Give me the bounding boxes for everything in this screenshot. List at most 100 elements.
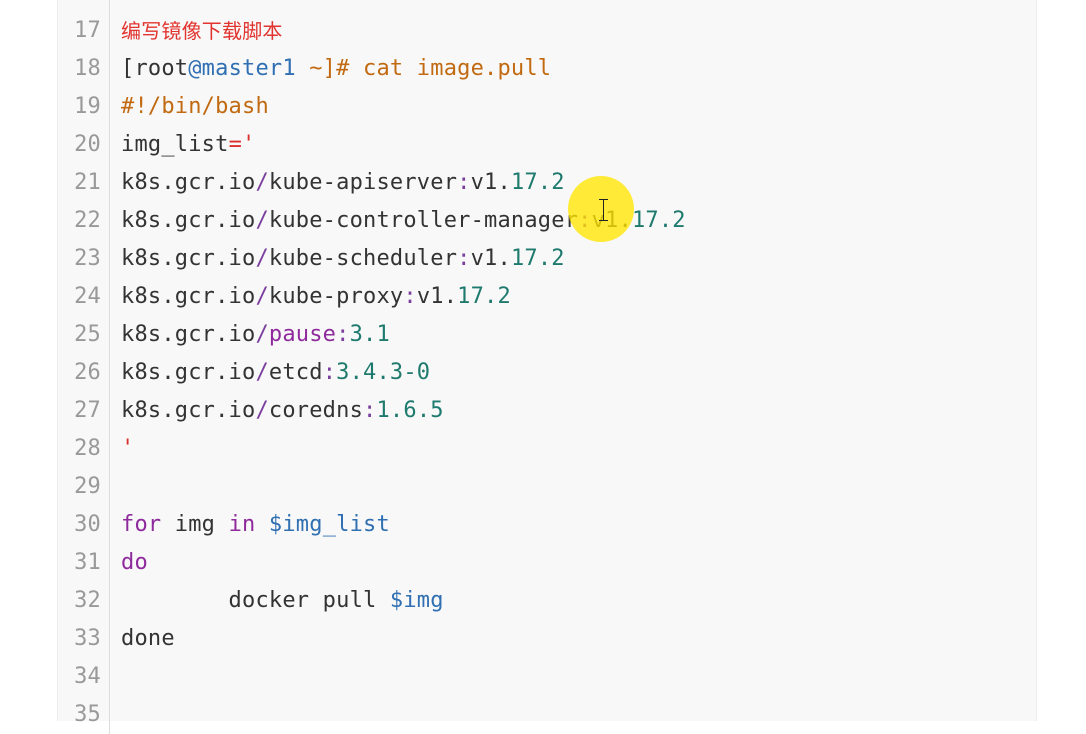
code-line: 26 k8s.gcr.io/etcd:3.4.3-0 — [58, 354, 1036, 392]
line-code: img_list=' — [121, 126, 255, 164]
code-token: =' — [228, 132, 256, 157]
line-number: 16 — [58, 0, 110, 12]
code-token: etcd — [268, 360, 323, 385]
line-number: 17 — [58, 12, 110, 50]
line-number: 27 — [58, 392, 110, 430]
line-number: 18 — [58, 50, 110, 88]
code-token: : — [403, 284, 417, 309]
code-token: in — [228, 512, 256, 537]
code-line: 27 k8s.gcr.io/coredns:1.6.5 — [58, 392, 1036, 430]
code-token: img_list — [121, 132, 229, 157]
code-token: ' — [121, 436, 135, 461]
code-token: / — [255, 322, 269, 347]
code-token: 17.2 — [457, 284, 511, 309]
code-token: 17.2 — [510, 246, 565, 271]
code-token: k8s.gcr.io — [121, 208, 256, 233]
code-line: 24 k8s.gcr.io/kube-proxy:v1.17.2 — [58, 278, 1036, 316]
code-token: #!/bin/bash — [121, 94, 269, 119]
code-line: 22 k8s.gcr.io/kube-controller-manager:v1.… — [58, 202, 1036, 240]
line-code: docker pull $img — [121, 582, 444, 620]
code-line: 35 — [58, 696, 1036, 734]
line-code: ' — [121, 430, 134, 468]
line-code: k8s.gcr.io/etcd:3.4.3-0 — [121, 354, 430, 392]
code-token: k8s.gcr.io — [121, 322, 256, 347]
line-number: 21 — [58, 164, 110, 202]
line-code: for img in $img_list — [121, 506, 390, 544]
code-token: / — [255, 398, 269, 423]
code-line: 17 编写镜像下载脚本 — [58, 12, 1036, 50]
code-token: kube-controller-manager — [268, 208, 579, 233]
line-code: k8s.gcr.io/pause:3.1 — [121, 316, 390, 354]
code-block: 1617 编写镜像下载脚本 18 [root@master1 ~]# cat imag… — [57, 0, 1037, 734]
code-token: : — [336, 322, 350, 347]
code-token: ~]# cat image.pull — [295, 56, 552, 81]
code-token: v1. — [470, 170, 511, 195]
code-token: 1.6.5 — [376, 398, 444, 423]
code-token: / — [255, 360, 269, 385]
code-token: 3.1 — [349, 322, 390, 347]
code-token: coredns — [268, 398, 364, 423]
line-code: done — [121, 620, 175, 658]
line-code: k8s.gcr.io/kube-apiserver:v1.17.2 — [121, 164, 565, 202]
line-number: 20 — [58, 126, 110, 164]
code-line: 25 k8s.gcr.io/pause:3.1 — [58, 316, 1036, 354]
code-line: 19 #!/bin/bash — [58, 88, 1036, 126]
code-editor[interactable]: 1617 编写镜像下载脚本 18 [root@master1 ~]# cat imag… — [58, 0, 1036, 734]
line-code: k8s.gcr.io/kube-proxy:v1.17.2 — [121, 278, 511, 316]
code-token: : — [363, 398, 377, 423]
line-number: 28 — [58, 430, 110, 468]
line-number: 23 — [58, 240, 110, 278]
code-line: 20 img_list=' — [58, 126, 1036, 164]
code-line: 34 — [58, 658, 1036, 696]
code-token: kube-proxy — [268, 284, 404, 309]
code-line: 31 do — [58, 544, 1036, 582]
i-beam-cursor-icon — [598, 199, 609, 221]
line-number: 30 — [58, 506, 110, 544]
code-token: kube-scheduler — [268, 246, 458, 271]
code-token: 17.2 — [631, 208, 686, 233]
line-code: do — [121, 544, 148, 582]
code-token: k8s.gcr.io — [121, 170, 256, 195]
code-line: 21 k8s.gcr.io/kube-apiserver:v1.17.2 — [58, 164, 1036, 202]
code-line: 28 ' — [58, 430, 1036, 468]
code-token: v1. — [470, 246, 511, 271]
line-number: 22 — [58, 202, 110, 240]
code-token: : — [457, 246, 471, 271]
code-token: : — [578, 208, 592, 233]
code-line: 29 — [58, 468, 1036, 506]
code-token: pause — [268, 322, 337, 347]
code-token: 3.4.3-0 — [336, 360, 431, 385]
line-number: 34 — [58, 658, 110, 696]
line-number: 29 — [58, 468, 110, 506]
code-token: for — [121, 512, 162, 537]
code-token: 17.2 — [510, 170, 565, 195]
line-code: k8s.gcr.io/kube-scheduler:v1.17.2 — [121, 240, 565, 278]
code-line: 18 [root@master1 ~]# cat image.pull — [58, 50, 1036, 88]
code-line: 32 docker pull $img — [58, 582, 1036, 620]
code-token: k8s.gcr.io — [121, 246, 256, 271]
code-token: kube-apiserver — [268, 170, 458, 195]
line-number: 35 — [58, 696, 110, 734]
code-token: : — [322, 360, 337, 385]
line-number: 32 — [58, 582, 110, 620]
code-token: / — [255, 246, 269, 271]
line-code: #!/bin/bash — [121, 88, 269, 126]
code-line: 30 for img in $img_list — [58, 506, 1036, 544]
line-number: 24 — [58, 278, 110, 316]
code-token: / — [255, 208, 269, 233]
code-token: k8s.gcr.io — [121, 398, 256, 423]
code-token: $img — [389, 588, 444, 613]
code-token: [root — [121, 56, 189, 81]
code-token: k8s.gcr.io — [121, 284, 256, 309]
line-number: 25 — [58, 316, 110, 354]
code-token: k8s.gcr.io — [121, 360, 256, 385]
code-token: do — [121, 550, 148, 575]
line-number: 19 — [58, 88, 110, 126]
code-token: 编写镜像下载脚本 — [121, 19, 283, 43]
line-number: 31 — [58, 544, 110, 582]
code-line: 16 — [58, 0, 1036, 12]
code-line: 33 done — [58, 620, 1036, 658]
code-token: img — [161, 512, 229, 537]
code-token: / — [255, 284, 269, 309]
